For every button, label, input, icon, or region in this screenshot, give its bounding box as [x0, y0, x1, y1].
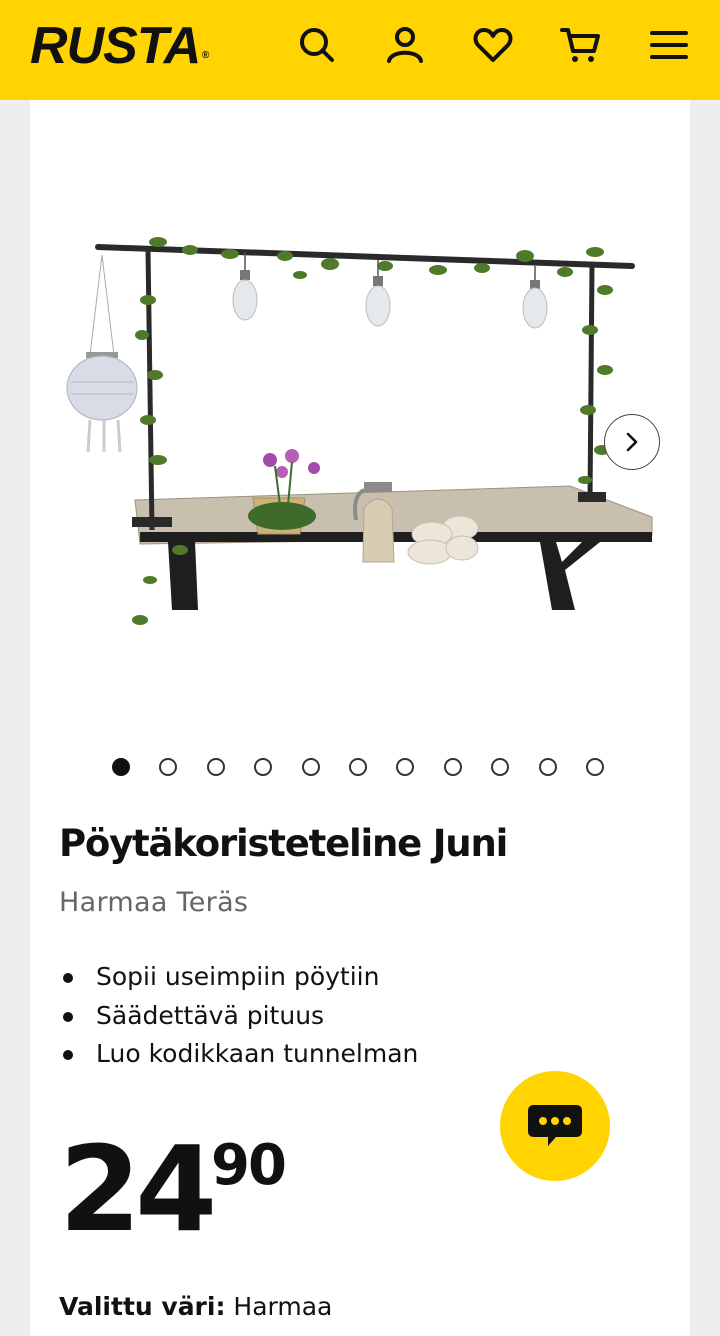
search-icon[interactable]	[292, 20, 342, 70]
menu-icon[interactable]	[644, 20, 694, 70]
chat-bubble-icon	[528, 1105, 582, 1146]
feature-item: Säädettävä pituus	[59, 997, 418, 1036]
selected-color-label: Valittu väri:	[59, 1292, 226, 1321]
feature-item: Luo kodikkaan tunnelman	[59, 1035, 418, 1074]
selected-color-value: Harmaa	[233, 1292, 333, 1321]
product-features-list: Sopii useimpiin pöytiin Säädettävä pituu…	[59, 958, 418, 1074]
product-image	[66, 237, 653, 625]
gallery-dot[interactable]	[348, 758, 367, 776]
gallery-dot[interactable]	[112, 758, 130, 776]
logo-text: RUSTA	[30, 17, 201, 75]
gallery-dot[interactable]	[206, 758, 225, 776]
feature-item: Sopii useimpiin pöytiin	[59, 958, 418, 997]
selected-color: Valittu väri: Harmaa	[59, 1292, 332, 1321]
gallery-next-button[interactable]	[604, 414, 660, 470]
gallery-dot[interactable]	[254, 758, 273, 776]
product-image-gallery[interactable]	[30, 160, 690, 720]
gallery-dot[interactable]	[396, 758, 415, 776]
user-icon[interactable]	[380, 20, 430, 70]
chat-button[interactable]	[500, 1071, 610, 1181]
gallery-dot[interactable]	[585, 758, 604, 776]
chevron-right-icon	[626, 432, 638, 452]
product-subtitle: Harmaa Teräs	[59, 887, 249, 918]
logo-trademark: ®	[201, 50, 209, 61]
heart-icon[interactable]	[468, 20, 518, 70]
cart-icon[interactable]	[556, 20, 606, 70]
gallery-dot[interactable]	[443, 758, 462, 776]
price-integer: 24	[59, 1120, 217, 1258]
site-header: RUSTA ®	[0, 0, 720, 100]
gallery-dot[interactable]	[159, 758, 178, 776]
gallery-dot[interactable]	[301, 758, 320, 776]
price-decimal: 90	[211, 1133, 287, 1198]
rusta-logo[interactable]: RUSTA ®	[30, 14, 209, 78]
product-card: Pöytäkoristeteline Juni Harmaa Teräs Sop…	[30, 100, 690, 1336]
gallery-dot[interactable]	[491, 758, 510, 776]
gallery-dot[interactable]	[538, 758, 557, 776]
gallery-pagination	[30, 758, 690, 778]
product-title: Pöytäkoristeteline Juni	[59, 822, 508, 865]
